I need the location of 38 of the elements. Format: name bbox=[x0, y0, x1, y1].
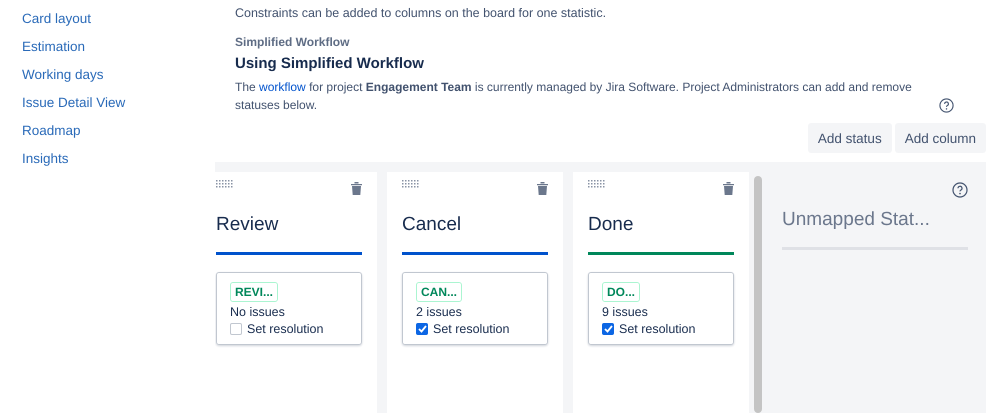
status-lozenge: CAN... bbox=[416, 282, 462, 302]
sidebar-link[interactable]: Roadmap bbox=[22, 122, 215, 140]
workflow-description: The workflow for project Engagement Team is currently managed by Jira Software. Project Administrators can add and remove statuses below. bbox=[235, 79, 913, 114]
resolution-checkbox[interactable] bbox=[602, 323, 614, 335]
drag-handle-icon[interactable] bbox=[402, 180, 420, 189]
intro-text: Constraints can be added to columns on the board for one statistic. bbox=[235, 5, 608, 21]
add-status-button[interactable]: Add status bbox=[808, 123, 892, 153]
trash-icon[interactable] bbox=[723, 182, 734, 195]
section-label: Simplified Workflow bbox=[235, 35, 350, 49]
drag-handle-icon[interactable] bbox=[588, 180, 606, 189]
sidebar-link[interactable]: Issue Detail View bbox=[22, 94, 215, 112]
checkbox-label: Set resolution bbox=[619, 322, 696, 336]
column-title: Done bbox=[588, 214, 634, 236]
column-title: Review bbox=[216, 214, 280, 236]
unmapped-title: Unmapped Stat... bbox=[782, 209, 931, 231]
drag-handle-icon[interactable] bbox=[216, 180, 234, 189]
sidebar-link[interactable]: Card layout bbox=[22, 10, 215, 28]
add-column-button[interactable]: Add column bbox=[894, 123, 986, 153]
column-title: Cancel bbox=[402, 214, 462, 236]
checkbox-label: Set resolution bbox=[433, 322, 510, 336]
help-icon[interactable] bbox=[952, 182, 968, 198]
status-lozenge: DO... bbox=[602, 282, 640, 302]
issue-count: 9 issues bbox=[602, 305, 648, 319]
help-icon[interactable] bbox=[939, 98, 954, 113]
scrollbar[interactable] bbox=[754, 176, 762, 413]
status-lozenge: REVI... bbox=[230, 282, 278, 302]
sidebar-link[interactable]: Insights bbox=[22, 150, 215, 168]
sidebar-link[interactable]: Estimation bbox=[22, 38, 215, 56]
resolution-checkbox[interactable] bbox=[416, 323, 428, 335]
issue-count: 2 issues bbox=[416, 305, 462, 319]
issue-count: No issues bbox=[230, 305, 285, 319]
checkbox-label: Set resolution bbox=[247, 322, 324, 336]
trash-icon[interactable] bbox=[537, 182, 548, 195]
resolution-checkbox[interactable] bbox=[230, 323, 242, 335]
section-heading: Using Simplified Workflow bbox=[235, 55, 425, 72]
sidebar-link[interactable]: Working days bbox=[22, 66, 215, 84]
trash-icon[interactable] bbox=[351, 182, 362, 195]
workflow-link[interactable]: workflow bbox=[259, 80, 306, 94]
